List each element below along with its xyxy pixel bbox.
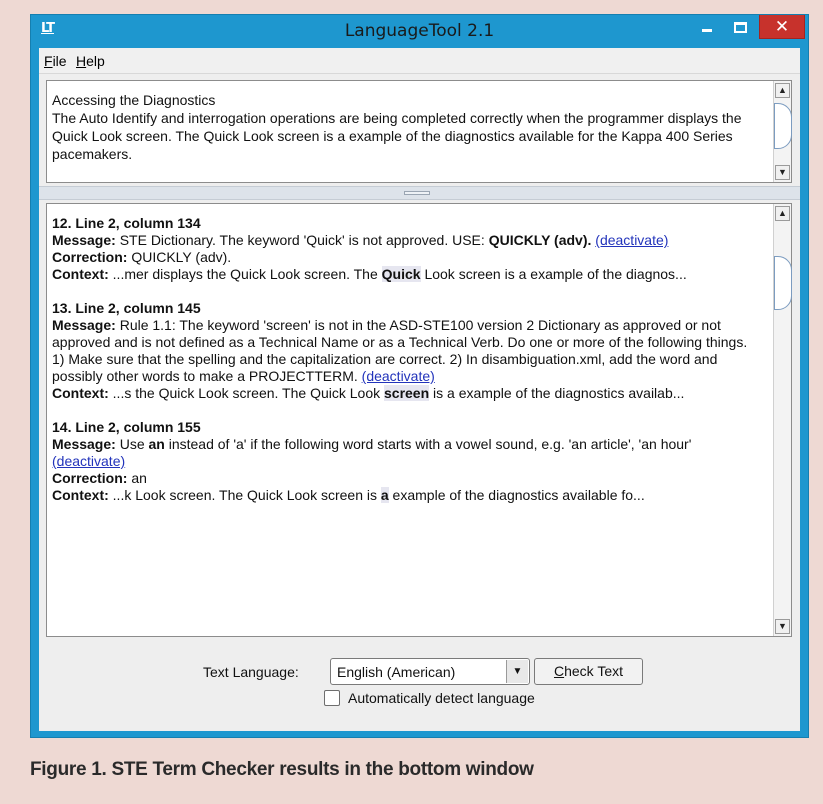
result-item: 13. Line 2, column 145 Message: Rule 1.1… [52,300,748,401]
client-area: File Help Accessing the Diagnostics The … [39,48,800,731]
result-item: 14. Line 2, column 155 Message: Use an i… [52,419,692,503]
scroll-down-arrow-icon[interactable]: ▼ [775,619,790,634]
context-highlight: a [380,487,389,503]
text-language-value: English (American) [337,664,456,680]
result-header: 12. Line 2, column 134 [52,215,201,231]
input-scroll-thumb[interactable] [774,103,792,149]
auto-detect-language-label[interactable]: Automatically detect language [348,690,535,706]
scroll-down-arrow-icon[interactable]: ▼ [775,165,790,180]
deactivate-link[interactable]: (deactivate) [595,232,668,248]
check-text-button[interactable]: Check Text [534,658,643,685]
deactivate-link[interactable]: (deactivate) [52,453,125,469]
result-header: 14. Line 2, column 155 [52,419,201,435]
scroll-up-arrow-icon[interactable]: ▲ [775,83,790,98]
context-highlight: screen [384,385,430,401]
scroll-up-arrow-icon[interactable]: ▲ [775,206,790,221]
input-text-area[interactable]: Accessing the Diagnostics The Auto Ident… [46,80,792,183]
pane-splitter[interactable] [39,186,800,200]
results-scroll-thumb[interactable] [774,256,792,310]
close-button[interactable]: ✕ [759,15,805,39]
splitter-grip-icon[interactable] [404,191,430,195]
languagetool-window: LT LanguageTool 2.1 ✕ File Help Accessin… [30,14,809,738]
title-bar[interactable]: LT LanguageTool 2.1 ✕ [31,15,808,48]
menu-bar: File Help [39,48,800,74]
context-highlight: Quick [381,266,421,282]
close-icon: ✕ [774,16,790,37]
deactivate-link[interactable]: (deactivate) [362,368,435,384]
menu-help[interactable]: Help [76,53,105,69]
results-list: 12. Line 2, column 134 Message: STE Dict… [52,215,760,521]
input-scrollbar[interactable]: ▲ ▼ [773,81,792,182]
results-text-area[interactable]: 12. Line 2, column 134 Message: STE Dict… [46,203,792,637]
result-item: 12. Line 2, column 134 Message: STE Dict… [52,215,687,282]
menu-file[interactable]: File [44,53,67,69]
auto-detect-language-checkbox[interactable] [324,690,340,706]
minimize-icon [702,28,712,32]
results-scrollbar[interactable]: ▲ ▼ [773,204,792,636]
input-line-heading: Accessing the Diagnostics [52,92,216,108]
result-header: 13. Line 2, column 145 [52,300,201,316]
text-language-label: Text Language: [203,664,299,680]
maximize-button[interactable] [725,15,755,39]
dropdown-arrow-icon[interactable]: ▼ [506,660,528,683]
input-line-body: The Auto Identify and interrogation oper… [52,110,742,162]
maximize-icon [733,21,747,33]
figure-caption: Figure 1. STE Term Checker results in th… [30,759,534,780]
text-language-select[interactable]: English (American) ▼ [330,658,530,685]
minimize-button[interactable] [692,15,722,39]
input-text: Accessing the Diagnostics The Auto Ident… [52,91,758,163]
